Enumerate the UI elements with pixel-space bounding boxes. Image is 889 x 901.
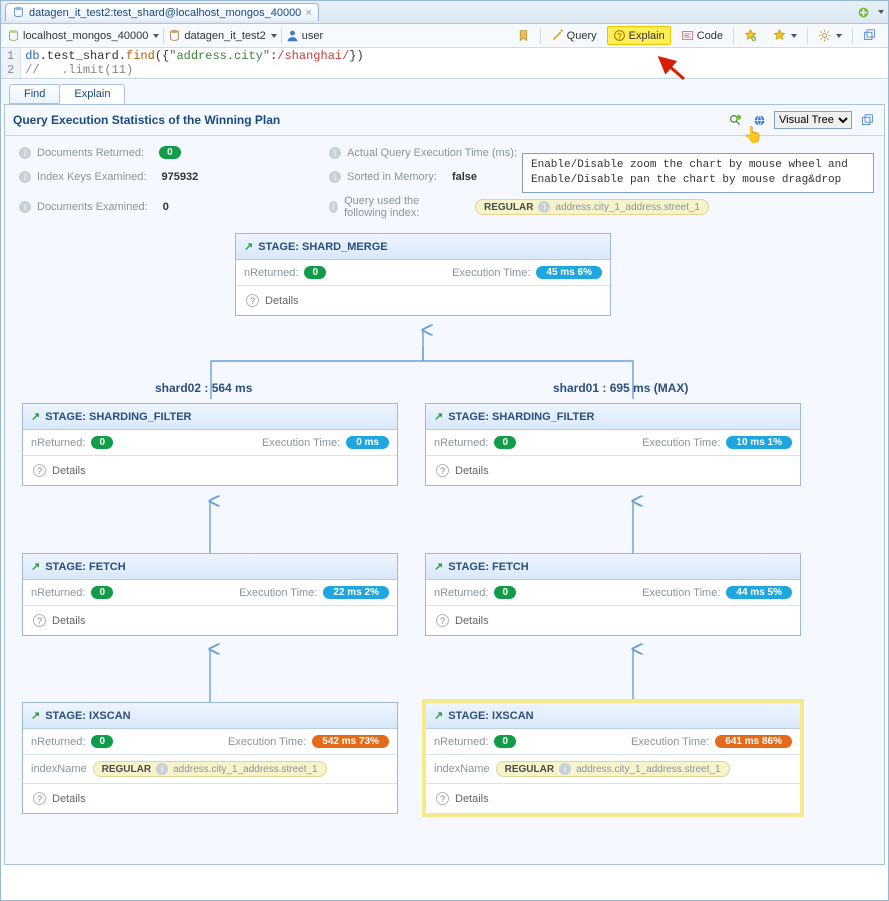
add-tab-button[interactable] <box>854 3 872 21</box>
result-tabstrip: Find Explain <box>1 79 888 104</box>
index-chip: REGULARiaddress.city_1_address.street_1 <box>475 199 709 215</box>
plan-node-fetch[interactable]: ↗STAGE: FETCH nReturned:0Execution Time:… <box>425 553 801 636</box>
shard-label-right: shard01 : 695 ms (MAX) <box>553 381 688 395</box>
plan-node-ixscan[interactable]: ↗STAGE: IXSCAN nReturned:0Execution Time… <box>425 702 801 814</box>
index-chip: REGULARiaddress.city_1_address.street_1 <box>93 761 327 777</box>
details-toggle[interactable]: ?Details <box>426 784 800 813</box>
info-icon: i <box>329 171 341 183</box>
svg-text:?: ? <box>617 32 622 41</box>
zoom-tooltip: Enable/Disable zoom the chart by mouse w… <box>522 153 874 193</box>
plan-node-shard-merge[interactable]: ↗STAGE: SHARD_MERGE nReturned:0Execution… <box>235 233 611 316</box>
popout-icon <box>861 114 874 127</box>
question-icon: ? <box>613 29 626 42</box>
code-icon <box>681 29 694 42</box>
details-toggle[interactable]: ?Details <box>426 456 800 485</box>
details-toggle[interactable]: ?Details <box>426 606 800 635</box>
panel-header: Query Execution Statistics of the Winnin… <box>5 105 884 136</box>
question-icon: ? <box>33 614 46 627</box>
user-icon <box>286 29 299 42</box>
wand-icon <box>551 29 564 42</box>
explain-panel: Query Execution Statistics of the Winnin… <box>4 104 885 865</box>
stage-icon: ↗ <box>244 240 253 253</box>
question-icon: ? <box>436 614 449 627</box>
stage-icon: ↗ <box>434 410 443 423</box>
globe-button[interactable] <box>750 111 768 129</box>
zoom-toggle-button[interactable] <box>726 111 744 129</box>
db-icon <box>12 6 25 19</box>
details-toggle[interactable]: ?Details <box>236 286 610 315</box>
question-icon: ? <box>33 792 46 805</box>
chevron-down-icon <box>153 34 159 38</box>
panel-title: Query Execution Statistics of the Winnin… <box>13 113 280 127</box>
bookmark-button[interactable] <box>511 26 536 45</box>
plan-tree[interactable]: shard02 : 564 ms shard01 : 695 ms (MAX) … <box>5 229 884 864</box>
favorite-button[interactable] <box>767 26 803 45</box>
editor-code[interactable]: db.test_shard.find({"address.city":/shan… <box>21 48 368 78</box>
tab-explain[interactable]: Explain <box>59 84 125 104</box>
user-label: user <box>302 30 323 42</box>
main-toolbar: localhost_mongos_40000 datagen_it_test2 … <box>1 24 888 48</box>
info-icon: i <box>329 201 338 213</box>
magnifier-icon <box>729 114 742 127</box>
editor-tab[interactable]: datagen_it_test2:test_shard@localhost_mo… <box>5 3 319 21</box>
star-plus-icon <box>744 29 757 42</box>
database-icon <box>7 29 20 42</box>
gear-icon <box>818 29 831 42</box>
info-icon: i <box>538 201 550 213</box>
question-icon: ? <box>436 792 449 805</box>
stage-icon: ↗ <box>31 560 40 573</box>
details-toggle[interactable]: ?Details <box>23 456 397 485</box>
database-selector[interactable]: datagen_it_test2 <box>168 29 276 42</box>
connection-label: localhost_mongos_40000 <box>23 30 148 42</box>
plan-node-sharding-filter[interactable]: ↗STAGE: SHARDING_FILTER nReturned:0Execu… <box>22 403 398 486</box>
editor-tab-label: datagen_it_test2:test_shard@localhost_mo… <box>29 7 301 19</box>
view-mode-select[interactable]: Visual Tree <box>774 111 852 129</box>
editor-gutter: 1 2 <box>1 48 21 78</box>
details-toggle[interactable]: ?Details <box>23 606 397 635</box>
close-icon[interactable]: × <box>305 7 311 19</box>
info-icon: i <box>19 171 31 183</box>
chevron-down-icon[interactable] <box>878 10 884 14</box>
chevron-down-icon <box>791 34 797 38</box>
question-icon: ? <box>436 464 449 477</box>
connection-selector[interactable]: localhost_mongos_40000 <box>7 29 159 42</box>
plan-node-fetch[interactable]: ↗STAGE: FETCH nReturned:0Execution Time:… <box>22 553 398 636</box>
user-selector[interactable]: user <box>286 29 323 42</box>
info-icon: i <box>19 201 31 213</box>
details-toggle[interactable]: ?Details <box>23 784 397 813</box>
stage-icon: ↗ <box>31 709 40 722</box>
globe-icon <box>753 114 766 127</box>
database-label: datagen_it_test2 <box>184 30 265 42</box>
tab-find[interactable]: Find <box>9 84 60 104</box>
index-keys-value: 975932 <box>162 171 199 183</box>
detach-button[interactable] <box>857 26 882 45</box>
popout-icon <box>863 29 876 42</box>
info-icon: i <box>156 763 168 775</box>
plan-node-ixscan[interactable]: ↗STAGE: IXSCAN nReturned:0Execution Time… <box>22 702 398 814</box>
favorite-add-button[interactable] <box>738 26 763 45</box>
docs-returned-badge: 0 <box>159 146 181 159</box>
star-icon <box>773 29 786 42</box>
code-button[interactable]: Code <box>675 26 729 45</box>
explain-button[interactable]: ?Explain <box>607 26 671 45</box>
shard-label-left: shard02 : 564 ms <box>155 381 252 395</box>
index-chip: REGULARiaddress.city_1_address.street_1 <box>496 761 730 777</box>
detach-panel-button[interactable] <box>858 111 876 129</box>
plan-node-sharding-filter[interactable]: ↗STAGE: SHARDING_FILTER nReturned:0Execu… <box>425 403 801 486</box>
info-icon: i <box>19 147 31 159</box>
stage-icon: ↗ <box>31 410 40 423</box>
chevron-down-icon <box>836 34 842 38</box>
question-icon: ? <box>246 294 259 307</box>
stage-icon: ↗ <box>434 709 443 722</box>
editor-tab-bar: datagen_it_test2:test_shard@localhost_mo… <box>1 1 888 24</box>
chevron-down-icon <box>271 34 277 38</box>
info-icon: i <box>559 763 571 775</box>
settings-button[interactable] <box>812 26 848 45</box>
stage-icon: ↗ <box>434 560 443 573</box>
query-button[interactable]: Query <box>545 26 603 45</box>
question-icon: ? <box>33 464 46 477</box>
database-icon <box>168 29 181 42</box>
query-editor[interactable]: 1 2 db.test_shard.find({"address.city":/… <box>1 48 888 79</box>
info-icon: i <box>329 147 341 159</box>
